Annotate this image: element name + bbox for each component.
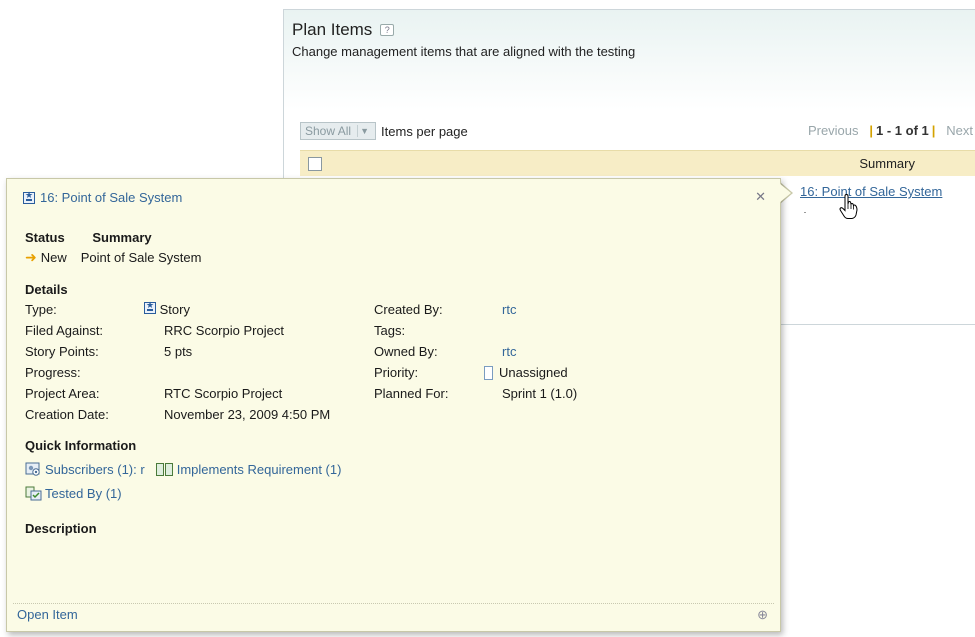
story-icon [23,190,35,204]
popup-footer-divider [13,603,774,604]
status-row: ➜ New Point of Sale System [25,249,201,266]
project-area-label: Project Area: [25,386,100,401]
plan-item-link[interactable]: 16: Point of Sale System [800,184,942,199]
priority-value-text: Unassigned [499,365,568,380]
created-by-link[interactable]: rtc [502,302,516,317]
priority-value: Unassigned [484,365,568,380]
planned-for-value: Sprint 1 (1.0) [502,386,578,401]
popup-title-row: 16: Point of Sale System [23,190,182,205]
details-heading: Details [25,282,68,297]
items-per-page-label: Items per page [381,123,468,139]
story-icon [144,300,156,314]
pager-separator: | [862,123,874,138]
priority-label: Priority: [374,365,419,380]
subscribers-icon [25,462,42,477]
owned-by-label: Owned By: [374,344,438,359]
panel-toolbar: Show All ▼ Items per page Previous | 1 - … [300,122,975,140]
items-per-page-select[interactable]: Show All ▼ [300,122,377,140]
project-area-value: RTC Scorpio Project [164,386,283,401]
status-value: New [40,250,67,265]
column-header-summary[interactable]: Summary [859,156,915,171]
planned-for-label: Planned For: [374,386,449,401]
pager-previous[interactable]: Previous [808,123,859,138]
description-heading: Description [25,521,97,536]
quick-info-row-1: Subscribers (1): r Implements Requiremen… [25,462,341,477]
quick-information-heading: Quick Information [25,438,137,453]
chevron-down-icon: ▼ [357,125,371,137]
pager-separator: | [931,123,943,138]
creation-date-label: Creation Date: [25,407,109,422]
panel-title: Plan Items [292,20,373,39]
implements-requirement-link[interactable]: Implements Requirement (1) [177,462,342,477]
story-points-label: Story Points: [25,344,99,359]
quick-info-row-2: Tested By (1) [25,486,122,501]
status-header: Status [25,230,65,245]
expand-icon[interactable]: ⊕ [757,607,768,623]
popup-title-link[interactable]: 16: Point of Sale System [40,190,182,205]
filed-against-label: Filed Against: [25,323,104,338]
status-summary-header: Status Summary [25,230,152,245]
select-all-checkbox[interactable] [308,156,322,171]
panel-title-row: Plan Items ? [292,20,975,40]
tested-by-link[interactable]: Tested By (1) [45,486,122,501]
hand-cursor-icon [839,194,858,219]
work-item-hover-card: 16: Point of Sale System ✕ Status Summar… [6,178,781,632]
owned-by-link[interactable]: rtc [502,344,516,359]
tags-label: Tags: [374,323,406,338]
table-header: Summary [300,150,975,176]
status-arrow-icon: ➜ [25,249,37,265]
help-icon[interactable]: ? [380,24,395,36]
summary-header: Summary [92,230,152,245]
created-by-label: Created By: [374,302,443,317]
summary-value: Point of Sale System [80,250,202,265]
pager-next[interactable]: Next [946,123,973,138]
items-per-page-value: Show All [305,124,352,138]
subscribers-link[interactable]: Subscribers (1): r [45,462,145,477]
requirement-icon-page [164,463,173,476]
type-value-text: Story [159,302,190,317]
panel-header: Plan Items ? Change management items tha… [284,10,975,110]
tested-by-icon [25,486,42,501]
pager-current: 1 - 1 of 1 [876,123,929,138]
story-points-value: 5 pts [164,344,193,359]
filed-against-value: RRC Scorpio Project [164,323,284,338]
type-value: Story [144,300,190,317]
open-item-link[interactable]: Open Item [17,607,78,622]
close-icon[interactable]: ✕ [755,189,766,205]
popup-pointer [779,183,791,203]
type-label: Type: [25,302,57,317]
priority-icon [484,366,493,380]
requirement-icon [155,463,174,476]
progress-label: Progress: [25,365,81,380]
requirement-icon-page [155,463,164,476]
panel-description: Change management items that are aligned… [292,44,636,59]
row-separator [804,212,806,213]
creation-date-value: November 23, 2009 4:50 PM [164,407,331,422]
pager: Previous | 1 - 1 of 1 | Next [808,123,973,138]
